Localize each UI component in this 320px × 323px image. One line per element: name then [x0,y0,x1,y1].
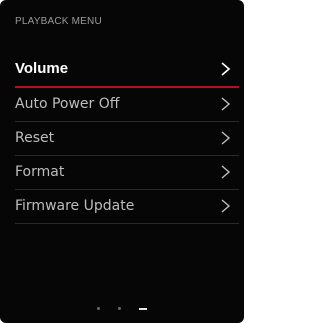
chevron-right-icon [221,62,231,76]
page-dot-active[interactable] [139,307,147,310]
chevron-right-icon [221,97,231,111]
menu-item-label: Volume [15,60,69,77]
menu-item-firmware-update[interactable]: Firmware Update [15,190,239,224]
menu-item-label: Firmware Update [15,198,135,214]
chevron-right-icon [221,199,231,213]
page-indicator [0,307,244,310]
menu-item-auto-power-off[interactable]: Auto Power Off [15,88,239,122]
camera-menu-screen: PLAYBACK MENU Volume Auto Power Off Rese… [0,0,244,323]
chevron-right-icon [221,131,231,145]
menu-item-label: Format [15,164,65,180]
page-dot[interactable] [97,307,100,310]
menu-item-volume[interactable]: Volume [15,53,239,88]
menu-item-reset[interactable]: Reset [15,122,239,156]
page-dot[interactable] [118,307,121,310]
menu-item-label: Auto Power Off [15,96,120,112]
menu-item-label: Reset [15,130,55,146]
chevron-right-icon [221,165,231,179]
menu-item-format[interactable]: Format [15,156,239,190]
menu-title: PLAYBACK MENU [15,16,102,27]
menu-list: Volume Auto Power Off Reset Format Firmw… [15,53,239,224]
